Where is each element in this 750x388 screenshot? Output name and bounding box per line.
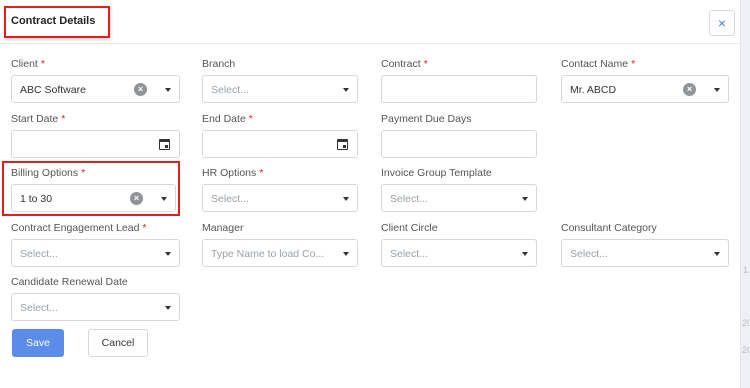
candidate-renewal-date-label: Candidate Renewal Date (11, 276, 128, 288)
chevron-down-icon (522, 252, 528, 256)
manager-label: Manager (202, 222, 244, 234)
invoice-group-template-label: Invoice Group Template (381, 167, 492, 179)
chevron-down-icon (714, 252, 720, 256)
end-date-label: End Date * (202, 113, 253, 125)
hr-options-label: HR Options * (202, 167, 264, 179)
required-marker: * (142, 222, 147, 234)
cancel-button[interactable]: Cancel (88, 329, 148, 357)
billing-options-value: 1 to 30 (20, 193, 53, 205)
client-circle-label: Client Circle (381, 222, 438, 234)
background-text: 20 (742, 318, 750, 328)
chevron-down-icon (343, 88, 349, 92)
contract-engagement-lead-placeholder: Select... (20, 248, 58, 260)
contract-engagement-lead-select[interactable]: Select... (11, 239, 180, 267)
required-marker: * (61, 113, 66, 125)
chevron-down-icon (714, 88, 720, 92)
save-button[interactable]: Save (12, 329, 64, 357)
contact-name-label: Contact Name * (561, 58, 636, 70)
chevron-down-icon (522, 197, 528, 201)
close-button[interactable]: × (709, 10, 735, 36)
candidate-renewal-date-placeholder: Select... (20, 302, 58, 314)
invoice-group-template-select[interactable]: Select... (381, 184, 537, 212)
chevron-down-icon (165, 88, 171, 92)
required-marker: * (81, 167, 86, 179)
clear-icon[interactable]: × (683, 83, 696, 96)
contract-details-modal: Contract Details × Client * ABC Software … (0, 0, 741, 388)
start-date-label: Start Date * (11, 113, 66, 125)
payment-due-days-label: Payment Due Days (381, 113, 472, 125)
payment-due-days-input[interactable] (381, 130, 537, 158)
consultant-category-label: Consultant Category (561, 222, 657, 234)
consultant-category-select[interactable]: Select... (561, 239, 729, 267)
branch-select[interactable]: Select... (202, 75, 358, 103)
chevron-down-icon (161, 197, 167, 201)
modal-header: Contract Details × (0, 0, 741, 44)
consultant-category-placeholder: Select... (570, 248, 608, 260)
hr-options-select[interactable]: Select... (202, 184, 358, 212)
billing-options-select[interactable]: 1 to 30 × (11, 184, 176, 212)
required-marker: * (259, 167, 264, 179)
background-text: 20 (742, 345, 750, 355)
contact-name-select[interactable]: Mr. ABCD × (561, 75, 729, 103)
branch-placeholder: Select... (211, 84, 249, 96)
calendar-icon[interactable] (159, 139, 170, 150)
branch-label: Branch (202, 58, 236, 70)
close-icon: × (717, 15, 727, 31)
calendar-icon[interactable] (337, 139, 348, 150)
required-marker: * (423, 58, 428, 70)
manager-placeholder: Type Name to load Co... (211, 248, 325, 260)
invoice-group-template-placeholder: Select... (390, 193, 428, 205)
start-date-input[interactable] (11, 130, 180, 158)
client-circle-placeholder: Select... (390, 248, 428, 260)
chevron-down-icon (165, 306, 171, 310)
contract-label: Contract * (381, 58, 428, 70)
required-marker: * (248, 113, 253, 125)
contact-name-value: Mr. ABCD (570, 84, 617, 96)
billing-options-label: Billing Options * (11, 167, 86, 179)
required-marker: * (631, 58, 636, 70)
background-text: 1 (743, 265, 749, 275)
client-select[interactable]: ABC Software × (11, 75, 180, 103)
chevron-down-icon (343, 252, 349, 256)
clear-icon[interactable]: × (134, 83, 147, 96)
client-label: Client * (11, 58, 45, 70)
manager-input[interactable]: Type Name to load Co... (202, 239, 358, 267)
chevron-down-icon (165, 252, 171, 256)
end-date-input[interactable] (202, 130, 358, 158)
client-circle-select[interactable]: Select... (381, 239, 537, 267)
candidate-renewal-date-select[interactable]: Select... (11, 293, 180, 321)
chevron-down-icon (343, 197, 349, 201)
client-value: ABC Software (20, 84, 86, 96)
modal-title: Contract Details (11, 15, 96, 27)
contract-engagement-lead-label: Contract Engagement Lead * (11, 222, 147, 234)
contract-input[interactable] (381, 75, 537, 103)
required-marker: * (40, 58, 45, 70)
hr-options-placeholder: Select... (211, 193, 249, 205)
clear-icon[interactable]: × (130, 192, 143, 205)
